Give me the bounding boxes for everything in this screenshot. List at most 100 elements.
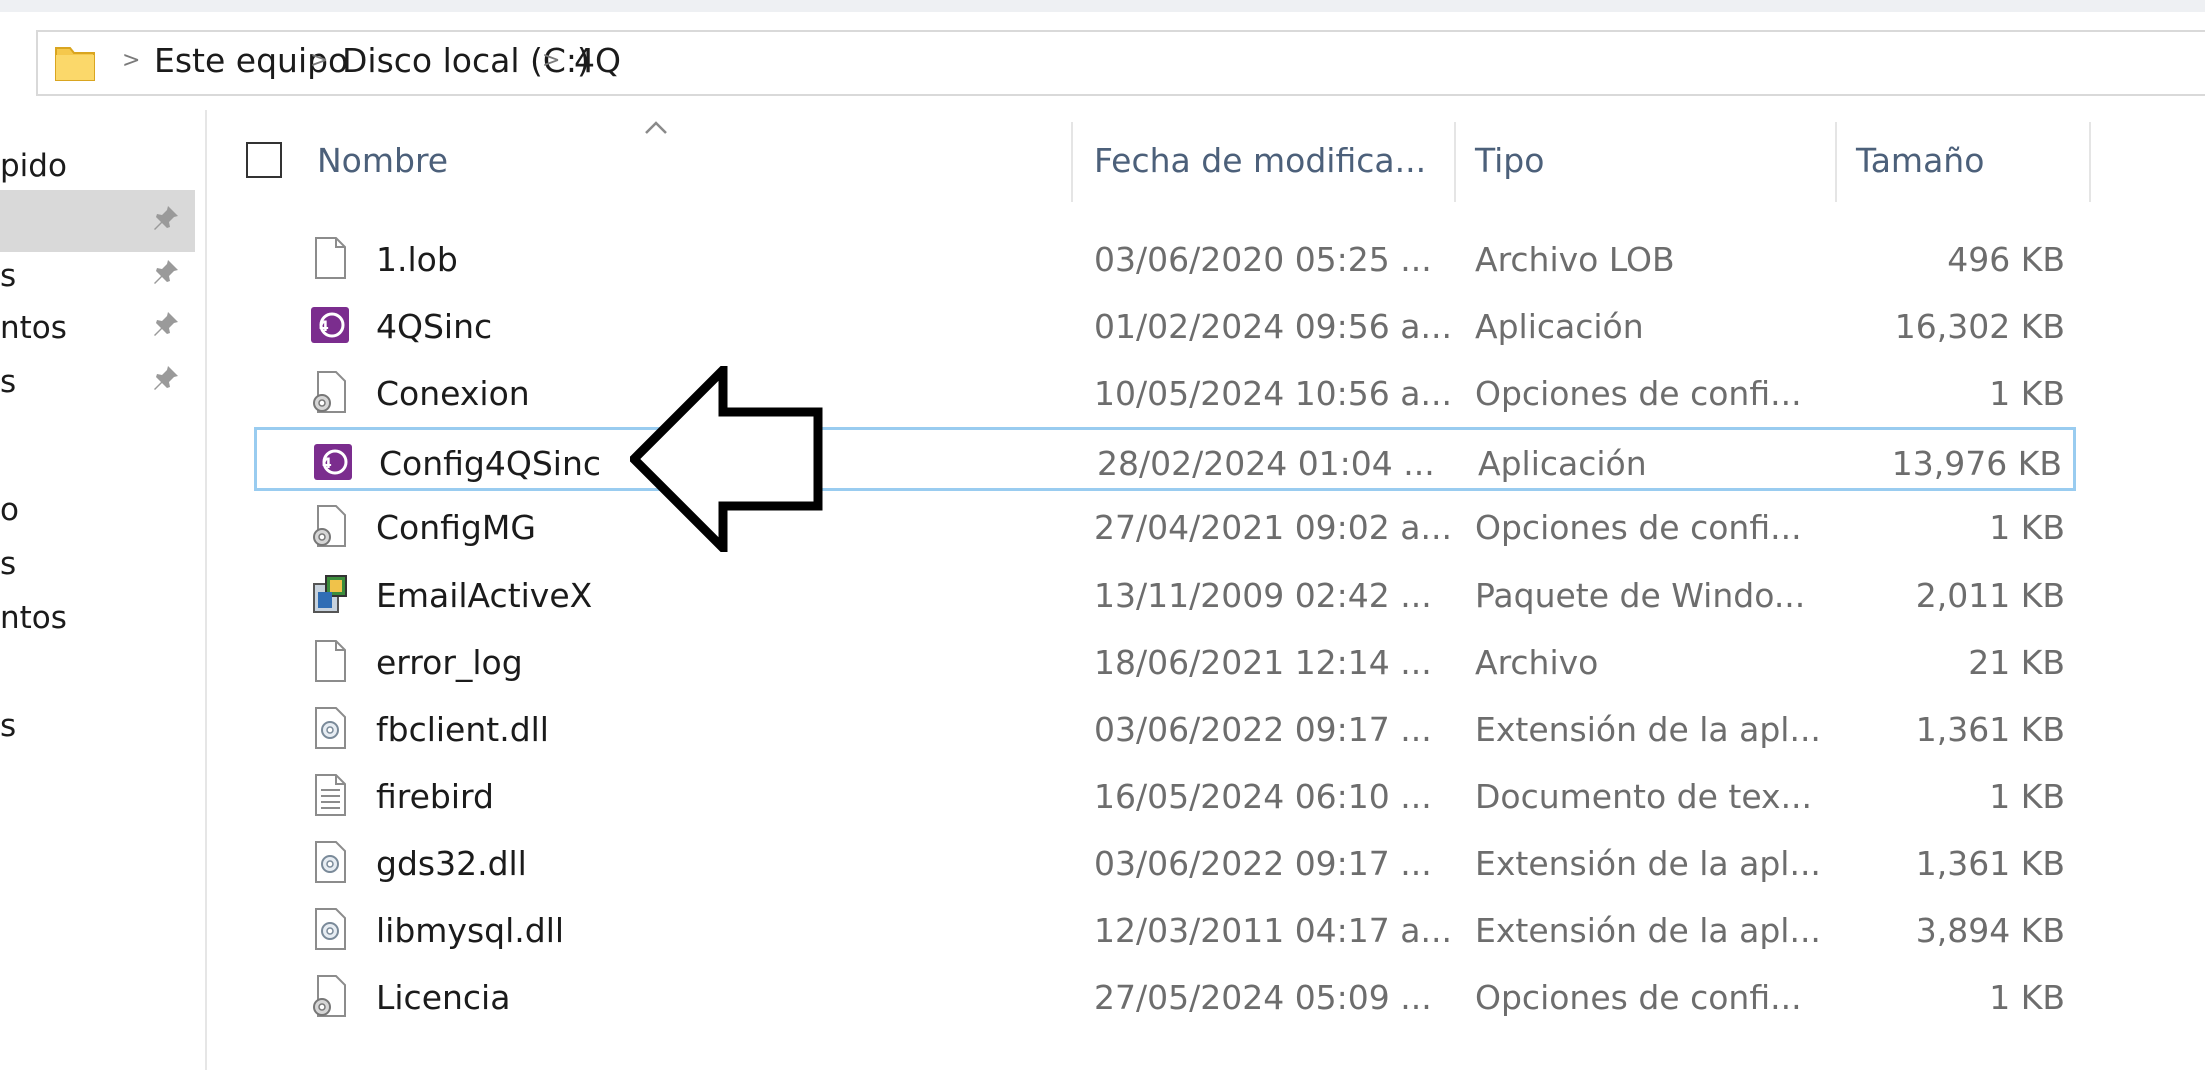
file-type: Archivo LOB xyxy=(1475,240,1675,279)
file-size: 1,361 KB xyxy=(1915,844,2065,883)
nav-item[interactable] xyxy=(0,190,195,252)
file-name: 1.lob xyxy=(376,240,458,279)
file-date: 03/06/2022 09:17 ... xyxy=(1094,710,1432,749)
file-name: error_log xyxy=(376,643,523,682)
pin-icon xyxy=(154,260,178,284)
file-type: Documento de tex... xyxy=(1475,777,1813,816)
dll-file-icon xyxy=(310,706,350,750)
file-name: EmailActiveX xyxy=(376,576,593,615)
file-size: 3,894 KB xyxy=(1915,911,2065,950)
nav-item-label: pido xyxy=(0,148,67,184)
file-type: Extensión de la apl... xyxy=(1475,844,1821,883)
file-date: 13/11/2009 02:42 ... xyxy=(1094,576,1432,615)
nav-item-label: o xyxy=(0,492,19,528)
file-name: libmysql.dll xyxy=(376,911,565,950)
file-date: 28/02/2024 01:04 ... xyxy=(1097,444,1435,483)
file-date: 18/06/2021 12:14 ... xyxy=(1094,643,1432,682)
nav-item[interactable]: ntos xyxy=(0,586,195,648)
file-date: 27/05/2024 05:09 ... xyxy=(1094,978,1432,1017)
window-top-strip xyxy=(0,0,2205,12)
column-divider[interactable] xyxy=(1835,122,1837,202)
file-name: Licencia xyxy=(376,978,511,1017)
nav-item[interactable]: s xyxy=(0,350,195,412)
pin-icon xyxy=(154,206,178,230)
column-divider[interactable] xyxy=(1071,122,1073,202)
nav-item[interactable]: pido xyxy=(0,134,195,196)
file-size: 1 KB xyxy=(1989,508,2065,547)
file-type: Opciones de confi... xyxy=(1475,978,1802,1017)
file-type: Paquete de Windo... xyxy=(1475,576,1806,615)
file-size: 496 KB xyxy=(1947,240,2065,279)
file-name: ConfigMG xyxy=(376,508,536,547)
address-bar[interactable]: > Este equipo > Disco local (C:) > 4Q xyxy=(36,30,2205,96)
file-row[interactable]: libmysql.dll 12/03/2011 04:17 a... Extensi… xyxy=(254,897,2076,961)
column-header-date[interactable]: Fecha de modifica... xyxy=(1094,141,1426,180)
column-divider[interactable] xyxy=(2089,122,2091,202)
column-header-name[interactable]: Nombre xyxy=(317,141,448,180)
nav-item[interactable]: s xyxy=(0,694,195,756)
file-date: 01/02/2024 09:56 a... xyxy=(1094,307,1452,346)
dll-file-icon xyxy=(310,840,350,884)
file-date: 03/06/2022 09:17 ... xyxy=(1094,844,1432,883)
folder-icon xyxy=(55,47,95,81)
file-size: 13,976 KB xyxy=(1891,444,2062,483)
nav-item[interactable]: ntos xyxy=(0,296,195,358)
file-row[interactable]: gds32.dll 03/06/2022 09:17 ... Extensión d… xyxy=(254,830,2076,894)
file-row[interactable]: firebird 16/05/2024 06:10 ... Documento de… xyxy=(254,763,2076,827)
file-row[interactable]: Conexion 10/05/2024 10:56 a... Opciones de… xyxy=(254,360,2076,424)
config-file-icon xyxy=(310,504,350,548)
file-size: 1 KB xyxy=(1989,978,2065,1017)
4q-app-icon: 4 xyxy=(310,303,350,347)
file-row[interactable]: 1.lob 03/06/2020 05:25 ... Archivo LOB 496 … xyxy=(254,226,2076,290)
file-name: 4QSinc xyxy=(376,307,493,346)
breadcrumb-separator-icon: > xyxy=(310,48,329,73)
file-row[interactable]: fbclient.dll 03/06/2022 09:17 ... Extensió… xyxy=(254,696,2076,760)
file-date: 12/03/2011 04:17 a... xyxy=(1094,911,1452,950)
file-size: 1 KB xyxy=(1989,374,2065,413)
file-row[interactable]: EmailActiveX 13/11/2009 02:42 ... Paquete … xyxy=(254,562,2076,626)
file-size: 1 KB xyxy=(1989,777,2065,816)
file-row[interactable]: 4 Config4QSinc 28/02/2024 01:04 ... Aplicac… xyxy=(254,427,2076,491)
file-type: Opciones de confi... xyxy=(1475,374,1802,413)
nav-item[interactable]: s xyxy=(0,532,195,594)
nav-item-label: ntos xyxy=(0,310,67,346)
breadcrumb-4q[interactable]: 4Q xyxy=(574,41,621,80)
sort-ascending-icon xyxy=(645,121,667,134)
dll-file-icon xyxy=(310,907,350,951)
column-header-size[interactable]: Tamaño xyxy=(1856,141,1984,180)
nav-item[interactable] xyxy=(0,640,195,702)
pin-icon xyxy=(154,366,178,390)
file-date: 03/06/2020 05:25 ... xyxy=(1094,240,1432,279)
file-name: fbclient.dll xyxy=(376,710,549,749)
file-type: Opciones de confi... xyxy=(1475,508,1802,547)
svg-text:4: 4 xyxy=(322,456,332,472)
select-all-checkbox[interactable] xyxy=(246,142,282,178)
4q-app-icon: 4 xyxy=(313,440,353,484)
nav-item-label: ntos xyxy=(0,600,67,636)
column-header-type[interactable]: Tipo xyxy=(1475,141,1544,180)
svg-text:4: 4 xyxy=(319,319,329,335)
blank-file-icon xyxy=(310,236,350,280)
column-divider[interactable] xyxy=(1454,122,1456,202)
file-row[interactable]: 4 4QSinc 01/02/2024 09:56 a... Aplicación 16… xyxy=(254,293,2076,357)
file-name: firebird xyxy=(376,777,494,816)
nav-item[interactable]: o xyxy=(0,478,195,540)
file-type: Extensión de la apl... xyxy=(1475,710,1821,749)
file-size: 1,361 KB xyxy=(1915,710,2065,749)
file-name: Conexion xyxy=(376,374,530,413)
navigation-pane: pido s ntos s o s ntos s xyxy=(0,110,207,1070)
nav-item-label: s xyxy=(0,546,17,582)
breadcrumb-separator-icon: > xyxy=(542,48,561,73)
blank-file-icon xyxy=(310,639,350,683)
file-row[interactable]: Licencia 27/05/2024 05:09 ... Opciones de … xyxy=(254,964,2076,1028)
file-size: 16,302 KB xyxy=(1894,307,2065,346)
file-row[interactable]: error_log 18/06/2021 12:14 ... Archivo 21 K… xyxy=(254,629,2076,693)
breadcrumb-separator-icon: > xyxy=(122,48,141,73)
nav-item-label: s xyxy=(0,708,17,744)
file-row[interactable]: ConfigMG 27/04/2021 09:02 a... Opciones de… xyxy=(254,494,2076,558)
nav-item-label: s xyxy=(0,364,17,400)
file-type: Extensión de la apl... xyxy=(1475,911,1821,950)
file-date: 16/05/2024 06:10 ... xyxy=(1094,777,1432,816)
installer-package-icon xyxy=(310,572,350,616)
file-size: 2,011 KB xyxy=(1915,576,2065,615)
